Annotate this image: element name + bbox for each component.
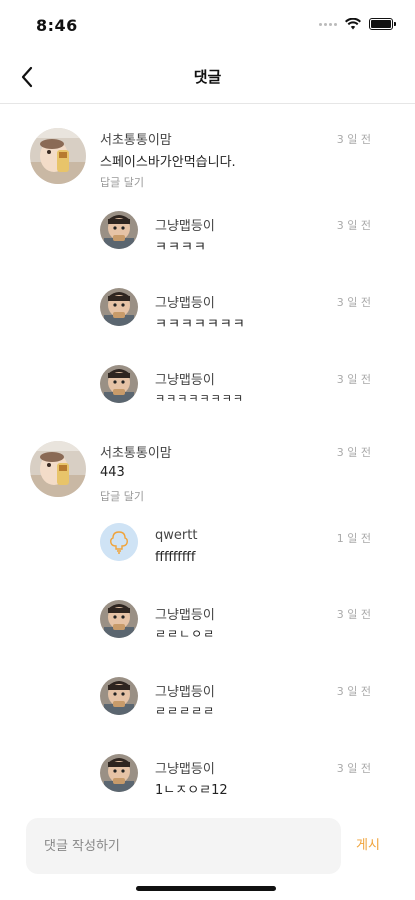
avatar[interactable] — [30, 441, 86, 497]
avatar[interactable] — [100, 365, 138, 403]
comment-text: 443 — [100, 465, 125, 480]
avatar[interactable] — [30, 128, 86, 184]
comment-time: 3 일 전 — [336, 608, 371, 621]
avatar[interactable] — [100, 288, 138, 326]
home-indicator — [136, 886, 276, 891]
reply-button[interactable]: 답글 달기 — [100, 488, 144, 504]
avatar[interactable] — [100, 523, 138, 561]
comment-text: 1ㄴㅈㅇㄹ12 — [155, 783, 228, 798]
battery-icon — [369, 18, 396, 30]
comment-time: 3 일 전 — [336, 685, 371, 698]
nav-bar: 댓글 — [0, 50, 415, 104]
comment-author: 그냥맵등이 — [155, 608, 215, 623]
avatar[interactable] — [100, 677, 138, 715]
comment-time: 3 일 전 — [336, 762, 371, 775]
avatar[interactable] — [100, 211, 138, 249]
comment-input[interactable] — [26, 818, 341, 874]
comment-time: 3 일 전 — [336, 373, 371, 386]
comment-author: 서초통통이맘 — [100, 446, 172, 461]
comment-time: 3 일 전 — [336, 133, 371, 146]
status-icons — [319, 18, 396, 30]
wifi-icon — [345, 18, 361, 30]
signal-icon — [319, 22, 337, 26]
comment-time: 3 일 전 — [336, 446, 371, 459]
comment-text: 스페이스바가안먹습니다. — [100, 155, 236, 170]
comment-time: 1 일 전 — [336, 532, 371, 545]
comment-text: ㄹㄹㄴㅇㄹ — [155, 627, 216, 641]
comment-list[interactable]: 서초통통이맘 3 일 전 스페이스바가안먹습니다. 답글 달기 그냥맵등이 3 … — [0, 104, 415, 804]
comment-author: 그냥맵등이 — [155, 296, 215, 311]
comment-author: 그냥맵등이 — [155, 685, 215, 700]
post-button[interactable]: 게시 — [356, 834, 380, 853]
comment-author: 그냥맵등이 — [155, 219, 215, 234]
comment-text: ㅋㅋㅋㅋㅋㅋㅋㅋ — [155, 392, 244, 405]
default-profile-icon — [100, 523, 138, 561]
comment-time: 3 일 전 — [336, 219, 371, 232]
comment-text: ㅋㅋㅋㅋ — [155, 240, 207, 255]
comment-author: 그냥맵등이 — [155, 762, 215, 777]
reply-button[interactable]: 답글 달기 — [100, 174, 144, 190]
comment-text: fffffffff — [155, 550, 196, 565]
comment-author: qwertt — [155, 528, 198, 543]
status-time: 8:46 — [36, 16, 78, 35]
comment-text: ㄹㄹㄹㄹㄹ — [155, 704, 216, 718]
avatar[interactable] — [100, 600, 138, 638]
comment-text: ㅋㅋㅋㅋㅋㅋㅋ — [155, 317, 246, 332]
comment-time: 3 일 전 — [336, 296, 371, 309]
comment-author: 그냥맵등이 — [155, 373, 215, 388]
page-title: 댓글 — [193, 68, 222, 86]
avatar[interactable] — [100, 754, 138, 792]
comment-author: 서초통통이맘 — [100, 133, 172, 148]
status-bar: 8:46 — [0, 0, 415, 50]
